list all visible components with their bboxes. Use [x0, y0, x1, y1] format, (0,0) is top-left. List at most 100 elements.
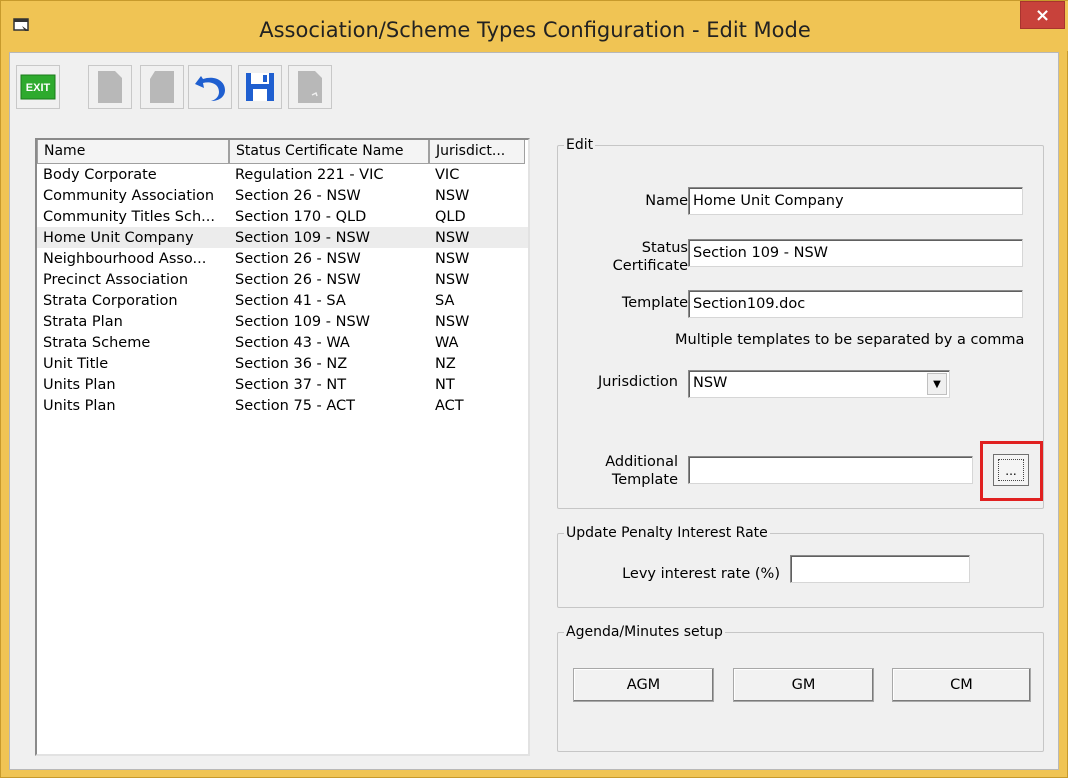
row-name: Precinct Association	[43, 271, 189, 288]
scheme-types-list[interactable]: Name Status Certificate Name Jurisdict..…	[35, 138, 530, 756]
list-row[interactable]: Strata Plan Section 109 - NSW NSW	[37, 311, 528, 332]
title-bar[interactable]: Association/Scheme Types Configuration -…	[1, 1, 1068, 51]
row-name: Community Titles Sch...	[43, 208, 215, 225]
client-area: EXIT Name Status Certificate Name Jurisd…	[9, 52, 1059, 770]
row-status-certificate: Regulation 221 - VIC	[235, 166, 384, 183]
row-jurisdiction: WA	[435, 334, 459, 351]
row-name: Strata Plan	[43, 313, 123, 330]
levy-interest-input[interactable]	[790, 555, 970, 583]
row-status-certificate: Section 109 - NSW	[235, 229, 370, 246]
close-icon: ×	[1034, 4, 1051, 26]
list-row[interactable]: Precinct Association Section 26 - NSW NSW	[37, 269, 528, 290]
row-status-certificate: Section 37 - NT	[235, 376, 347, 393]
name-label: Name	[645, 193, 688, 209]
row-jurisdiction: NSW	[435, 229, 470, 246]
copy-document-icon	[150, 71, 174, 103]
row-status-certificate: Section 41 - SA	[235, 292, 346, 309]
list-row[interactable]: Body Corporate Regulation 221 - VIC VIC	[37, 164, 528, 185]
row-name: Neighbourhood Asso...	[43, 250, 207, 267]
row-jurisdiction: ACT	[435, 397, 464, 414]
jurisdiction-select[interactable]: NSW ▼	[688, 370, 950, 398]
status-label-line1: Status	[641, 240, 688, 256]
delete-document-icon	[298, 71, 322, 103]
row-jurisdiction: NSW	[435, 187, 470, 204]
edit-group-legend: Edit	[566, 137, 594, 153]
template-input[interactable]	[688, 290, 1023, 318]
list-header: Name Status Certificate Name Jurisdict..…	[37, 140, 528, 164]
list-row[interactable]: Unit Title Section 36 - NZ NZ	[37, 353, 528, 374]
exit-button[interactable]: EXIT	[16, 65, 60, 109]
row-jurisdiction: NSW	[435, 271, 470, 288]
window-title: Association/Scheme Types Configuration -…	[259, 18, 811, 42]
row-jurisdiction: QLD	[435, 208, 466, 225]
list-row[interactable]: Units Plan Section 75 - ACT ACT	[37, 395, 528, 416]
row-status-certificate: Section 26 - NSW	[235, 271, 361, 288]
close-button[interactable]: ×	[1020, 1, 1065, 29]
delete-button[interactable]	[288, 65, 332, 109]
row-name: Unit Title	[43, 355, 109, 372]
row-jurisdiction: NSW	[435, 313, 470, 330]
row-name: Community Association	[43, 187, 215, 204]
save-icon	[246, 73, 274, 101]
row-name: Strata Corporation	[43, 292, 178, 309]
row-status-certificate: Section 75 - ACT	[235, 397, 356, 414]
save-button[interactable]	[238, 65, 282, 109]
list-row[interactable]: Community Association Section 26 - NSW NSW	[37, 185, 528, 206]
list-row[interactable]: Neighbourhood Asso... Section 26 - NSW NSW	[37, 248, 528, 269]
undo-button[interactable]	[188, 65, 232, 109]
row-name: Home Unit Company	[43, 229, 194, 246]
list-rows: Body Corporate Regulation 221 - VIC VIC Com…	[37, 164, 528, 416]
browse-highlight-box: ...	[980, 441, 1043, 501]
column-header-jurisdiction[interactable]: Jurisdict...	[429, 140, 525, 164]
column-header-status-certificate[interactable]: Status Certificate Name	[229, 140, 429, 164]
list-row[interactable]: Strata Scheme Section 43 - WA WA	[37, 332, 528, 353]
new-button[interactable]	[88, 65, 132, 109]
row-status-certificate: Section 43 - WA	[235, 334, 350, 351]
template-hint: Multiple templates to be separated by a …	[675, 332, 1025, 348]
row-name: Strata Scheme	[43, 334, 151, 351]
new-document-icon	[98, 71, 122, 103]
browse-button[interactable]: ...	[993, 454, 1029, 486]
levy-interest-label: Levy interest rate (%)	[622, 566, 780, 582]
column-header-name[interactable]: Name	[37, 140, 229, 164]
list-row[interactable]: Home Unit Company Section 109 - NSW NSW	[37, 227, 528, 248]
row-status-certificate: Section 109 - NSW	[235, 313, 370, 330]
ellipsis-icon: ...	[998, 459, 1024, 481]
list-row[interactable]: Strata Corporation Section 41 - SA SA	[37, 290, 528, 311]
status-label-line2: Certificate	[612, 258, 688, 274]
row-status-certificate: Section 170 - QLD	[235, 208, 367, 225]
agm-button[interactable]: AGM	[573, 668, 714, 702]
row-jurisdiction: NSW	[435, 250, 470, 267]
template-label: Template	[621, 295, 688, 311]
additional-template-input[interactable]	[688, 456, 973, 484]
row-name: Units Plan	[43, 376, 116, 393]
row-name: Body Corporate	[43, 166, 157, 183]
gm-button[interactable]: GM	[733, 668, 874, 702]
additional-label-line2: Template	[611, 472, 678, 488]
row-status-certificate: Section 26 - NSW	[235, 187, 361, 204]
row-jurisdiction: VIC	[435, 166, 460, 183]
row-status-certificate: Section 26 - NSW	[235, 250, 361, 267]
dropdown-arrow-icon[interactable]: ▼	[927, 373, 947, 395]
exit-label: EXIT	[26, 82, 51, 94]
row-jurisdiction: SA	[435, 292, 455, 309]
list-row[interactable]: Community Titles Sch... Section 170 - QLD…	[37, 206, 528, 227]
row-jurisdiction: NT	[435, 376, 455, 393]
undo-icon	[195, 76, 225, 101]
exit-icon: EXIT	[20, 74, 56, 100]
penalty-group-legend: Update Penalty Interest Rate	[566, 525, 768, 541]
app-window: Association/Scheme Types Configuration -…	[0, 0, 1068, 778]
additional-template-label: Additional Template	[578, 453, 678, 489]
status-certificate-label: Status Certificate	[588, 239, 688, 275]
copy-button[interactable]	[140, 65, 184, 109]
row-name: Units Plan	[43, 397, 116, 414]
name-input[interactable]	[688, 187, 1023, 215]
row-jurisdiction: NZ	[435, 355, 456, 372]
status-certificate-input[interactable]	[688, 239, 1023, 267]
cm-button[interactable]: CM	[892, 668, 1031, 702]
jurisdiction-value: NSW	[693, 375, 728, 391]
additional-label-line1: Additional	[605, 454, 678, 470]
list-row[interactable]: Units Plan Section 37 - NT NT	[37, 374, 528, 395]
row-status-certificate: Section 36 - NZ	[235, 355, 348, 372]
agenda-buttons: AGM GM CM	[557, 624, 1044, 752]
